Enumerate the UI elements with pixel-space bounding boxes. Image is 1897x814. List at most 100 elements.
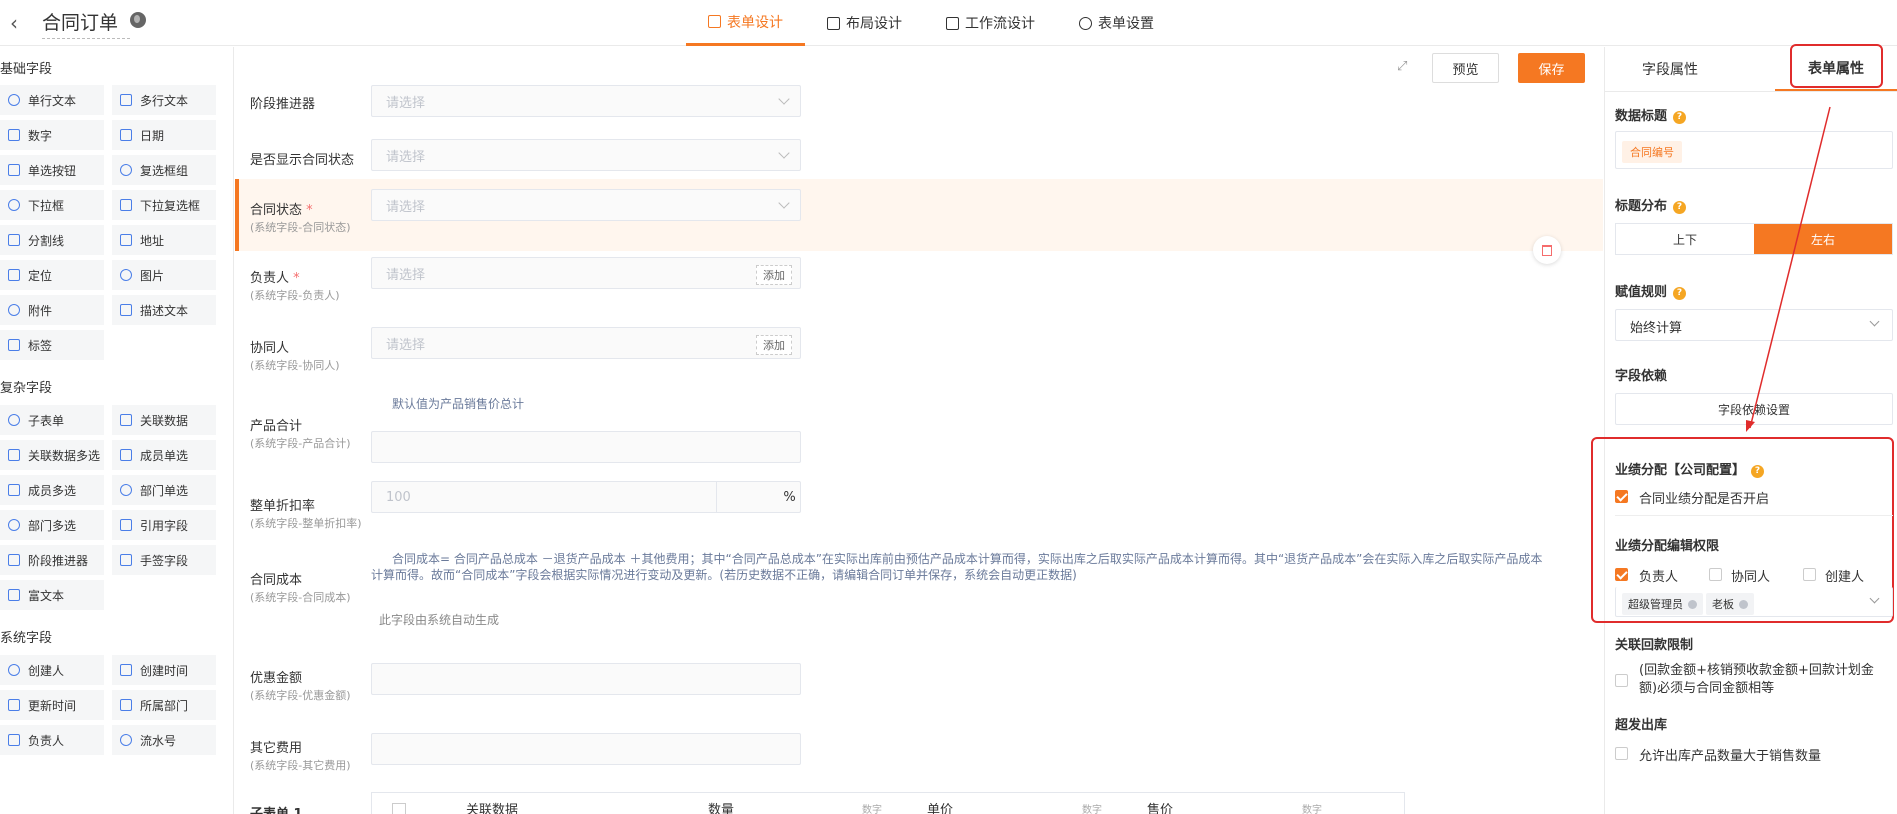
palette-item[interactable]: 单行文本 — [0, 85, 104, 115]
preview-button[interactable]: 预览 — [1432, 53, 1499, 83]
discount-amount-input[interactable] — [371, 663, 801, 695]
add-coworker-button[interactable]: 添加 — [756, 335, 792, 355]
collapse-icon[interactable]: ⤢ — [1397, 59, 1407, 74]
other-fee-input[interactable] — [371, 733, 801, 765]
field-type-icon — [120, 94, 132, 106]
app-title[interactable]: 合同订单 — [42, 8, 130, 39]
layout-option-horizontal[interactable]: 左右 — [1754, 224, 1892, 254]
palette-item[interactable]: 定位 — [0, 260, 104, 290]
layout-option-vertical[interactable]: 上下 — [1616, 224, 1754, 254]
tab-field-props[interactable]: 字段属性 — [1605, 47, 1735, 91]
data-title-chip[interactable]: 合同编号 — [1622, 141, 1682, 163]
palette-item[interactable]: 分割线 — [0, 225, 104, 255]
palette-item-label: 富文本 — [28, 588, 65, 603]
status-select[interactable]: 请选择 — [371, 189, 801, 221]
perf-checkbox[interactable] — [1615, 490, 1628, 503]
field-type-icon — [8, 664, 20, 676]
field-type-icon — [8, 699, 20, 711]
palette-item[interactable]: 部门单选 — [112, 475, 216, 505]
palette-item[interactable]: 标签 — [0, 330, 104, 360]
palette-item-label: 复选框组 — [140, 163, 189, 178]
palette-item[interactable]: 成员多选 — [0, 475, 104, 505]
palette-item-label: 成员多选 — [28, 483, 77, 498]
palette-item[interactable]: 下拉框 — [0, 190, 104, 220]
field-discount[interactable]: 整单折扣率 (系统字段-整单折扣率) 100% — [235, 481, 1603, 537]
field-type-icon — [120, 164, 132, 176]
save-button[interactable]: 保存 — [1518, 53, 1585, 83]
stage-select[interactable]: 请选择 — [371, 85, 801, 117]
palette-item[interactable]: 日期 — [112, 120, 216, 150]
tab-workflow-design[interactable]: 工作流设计 — [924, 0, 1057, 46]
perf-edit-label: 业绩分配编辑权限 — [1615, 539, 1720, 554]
palette-item-label: 流水号 — [140, 733, 177, 748]
palette-item-label: 多行文本 — [140, 93, 189, 108]
field-contract-status[interactable]: 合同状态 * (系统字段-合同状态) 请选择 — [235, 179, 1603, 251]
palette-item-label: 成员单选 — [140, 448, 189, 463]
subform-table[interactable]: 关联数据 数量 数字 单价 数字 售价 数字 — [371, 792, 1405, 814]
field-owner[interactable]: 负责人 * (系统字段-负责人) 请选择 添加 — [235, 257, 1603, 323]
globe-icon[interactable] — [130, 12, 146, 28]
field-product-total[interactable]: 产品合计 (系统字段-产品合计) 默认值为产品销售价总计 — [235, 393, 1603, 493]
palette-item[interactable]: 关联数据 — [112, 405, 216, 435]
field-type-icon — [120, 484, 132, 496]
palette-item[interactable]: 多行文本 — [112, 85, 216, 115]
palette-item[interactable]: 单选按钮 — [0, 155, 104, 185]
owner-select[interactable]: 请选择 添加 — [371, 257, 801, 289]
refund-label: 关联回款限制 — [1615, 638, 1694, 653]
back-arrow-icon[interactable]: ‹ — [10, 11, 18, 35]
layout-icon — [827, 16, 840, 30]
palette-item[interactable]: 图片 — [112, 260, 216, 290]
role-owner-checkbox[interactable] — [1615, 568, 1628, 581]
palette-item[interactable]: 数字 — [0, 120, 104, 150]
palette-item[interactable]: 子表单 — [0, 405, 104, 435]
palette-item[interactable]: 复选框组 — [112, 155, 216, 185]
product-total-input[interactable] — [371, 431, 801, 463]
field-contract-cost[interactable]: 合同成本 (系统字段-合同成本) 合同成本= 合同产品总成本 －退货产品成本 ＋… — [235, 545, 1603, 665]
highlight-box-tab — [1790, 44, 1883, 88]
field-show-status[interactable]: 是否显示合同状态 请选择 — [235, 135, 1603, 185]
palette-item[interactable]: 成员单选 — [112, 440, 216, 470]
palette-item[interactable]: 创建人 — [0, 655, 104, 685]
role-creator-checkbox[interactable] — [1803, 568, 1816, 581]
coworker-select[interactable]: 请选择 添加 — [371, 327, 801, 359]
field-other-fee[interactable]: 其它费用 (系统字段-其它费用) — [235, 723, 1603, 789]
field-stage[interactable]: 阶段推进器 请选择 — [235, 85, 1603, 129]
refund-checkbox[interactable] — [1615, 674, 1628, 687]
palette-item[interactable]: 部门多选 — [0, 510, 104, 540]
palette-item[interactable]: 所属部门 — [112, 690, 216, 720]
data-title-box[interactable]: 合同编号 — [1615, 131, 1893, 169]
tab-form-settings[interactable]: 表单设置 — [1057, 0, 1176, 46]
palette-item[interactable]: 手签字段 — [112, 545, 216, 575]
show-status-select[interactable]: 请选择 — [371, 139, 801, 171]
palette-item[interactable]: 富文本 — [0, 580, 104, 610]
palette-item[interactable]: 流水号 — [112, 725, 216, 755]
form-canvas: ⤢ 预览 保存 阶段推进器 请选择 是否显示合同状态 请选择 合同状态 * (系… — [235, 47, 1603, 814]
field-coworker[interactable]: 协同人 (系统字段-协同人) 请选择 添加 — [235, 327, 1603, 393]
discount-input[interactable]: 100% — [371, 481, 801, 513]
tab-form-design[interactable]: 表单设计 — [686, 0, 805, 46]
palette-item[interactable]: 附件 — [0, 295, 104, 325]
add-owner-button[interactable]: 添加 — [756, 265, 792, 285]
assign-select[interactable]: 始终计算 — [1615, 309, 1893, 341]
palette-item[interactable]: 描述文本 — [112, 295, 216, 325]
palette-item-label: 地址 — [140, 233, 165, 248]
dependency-button[interactable]: 字段依赖设置 — [1615, 393, 1893, 425]
over-checkbox[interactable] — [1615, 747, 1628, 760]
palette-item[interactable]: 引用字段 — [112, 510, 216, 540]
palette-item[interactable]: 创建时间 — [112, 655, 216, 685]
subform-checkbox[interactable] — [392, 803, 406, 814]
palette-item[interactable]: 关联数据多选 — [0, 440, 104, 470]
palette-item[interactable]: 更新时间 — [0, 690, 104, 720]
help-icon: ? — [1673, 201, 1687, 214]
field-discount-amount[interactable]: 优惠金额 (系统字段-优惠金额) — [235, 653, 1603, 719]
palette-item[interactable]: 下拉复选框 — [112, 190, 216, 220]
role-select[interactable]: 超级管理员 老板 — [1615, 587, 1893, 617]
palette-item[interactable]: 地址 — [112, 225, 216, 255]
palette-item[interactable]: 负责人 — [0, 725, 104, 755]
layout-toggle[interactable]: 上下 左右 — [1615, 223, 1893, 255]
tab-layout-design[interactable]: 布局设计 — [805, 0, 924, 46]
role-chip-admin[interactable]: 超级管理员 — [1622, 593, 1703, 615]
role-chip-boss[interactable]: 老板 — [1706, 593, 1754, 615]
palette-item[interactable]: 阶段推进器 — [0, 545, 104, 575]
role-coworker-checkbox[interactable] — [1709, 568, 1722, 581]
